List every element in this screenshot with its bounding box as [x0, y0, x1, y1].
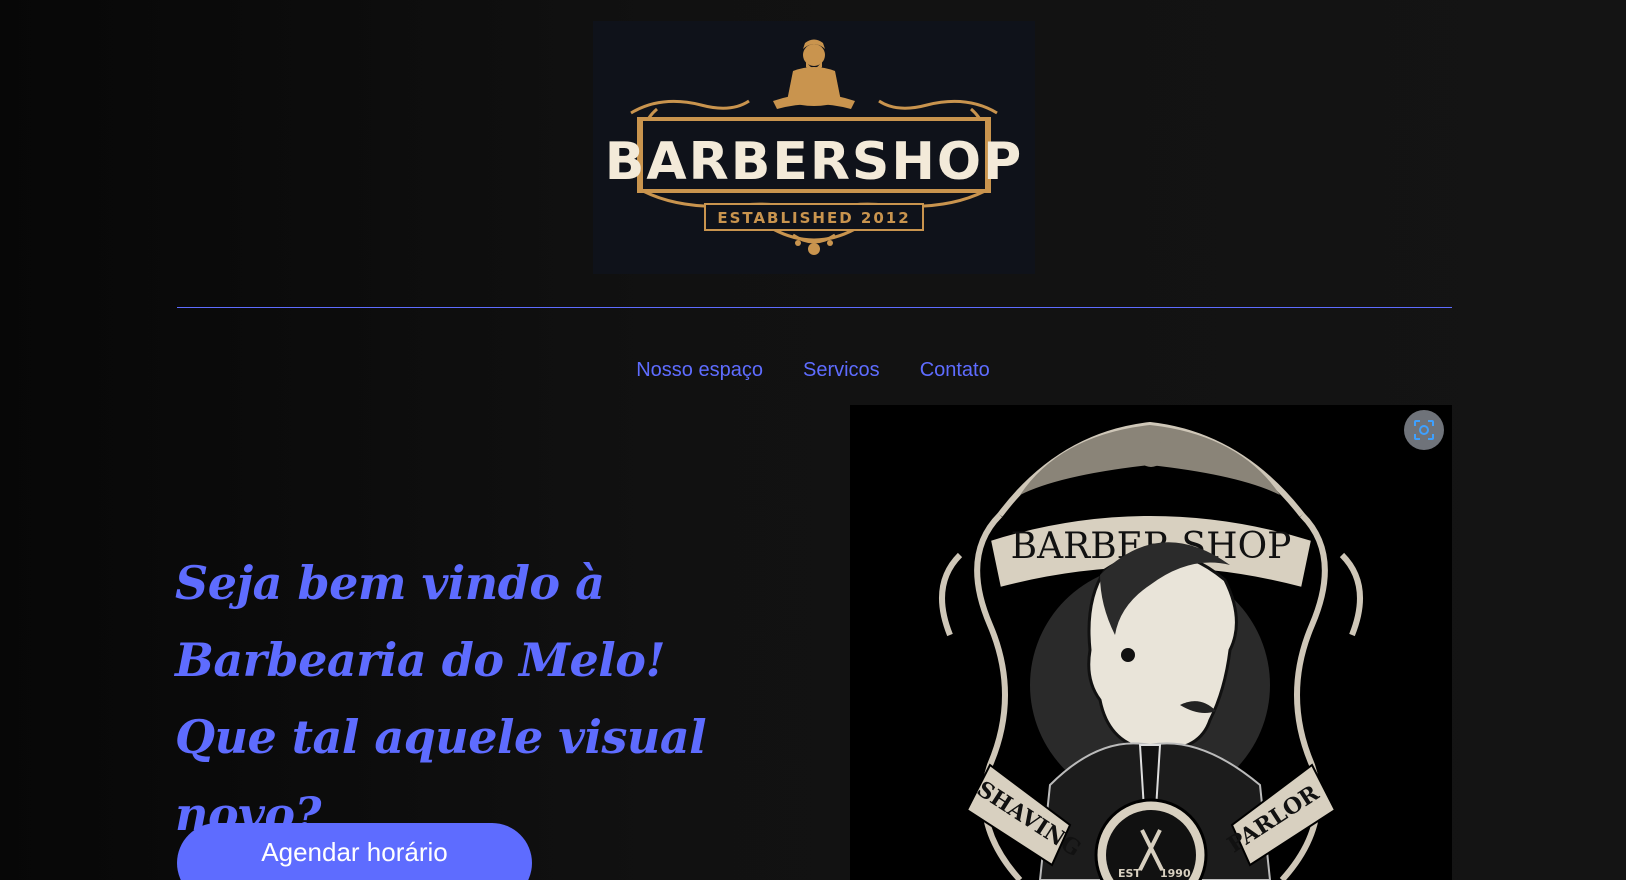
page: BARBERSHOP ESTABLISHED 2012 Nosso espaço…: [0, 0, 1626, 880]
header-divider: [177, 307, 1452, 308]
visual-search-icon[interactable]: [1404, 410, 1444, 450]
main-nav: Nosso espaço Servicos Contato: [0, 359, 1626, 382]
nav-item-nosso-espaco[interactable]: Nosso espaço: [636, 359, 763, 382]
est-label: EST: [1118, 867, 1141, 880]
logo-title: BARBERSHOP: [605, 132, 1023, 192]
barber-shop-illustration: BARBER SHOP SHAVING PARLOR EST 1990: [850, 405, 1452, 880]
est-year: 1990: [1160, 867, 1191, 880]
logo-subtitle: ESTABLISHED 2012: [717, 209, 910, 227]
nav-item-servicos[interactable]: Servicos: [803, 359, 880, 382]
hero-title: Seja bem vindo à Barbearia do Melo! Que …: [175, 556, 707, 841]
book-appointment-button[interactable]: Agendar horário: [177, 823, 532, 880]
barbershop-logo[interactable]: BARBERSHOP ESTABLISHED 2012: [593, 21, 1035, 274]
nav-item-contato[interactable]: Contato: [920, 359, 990, 382]
